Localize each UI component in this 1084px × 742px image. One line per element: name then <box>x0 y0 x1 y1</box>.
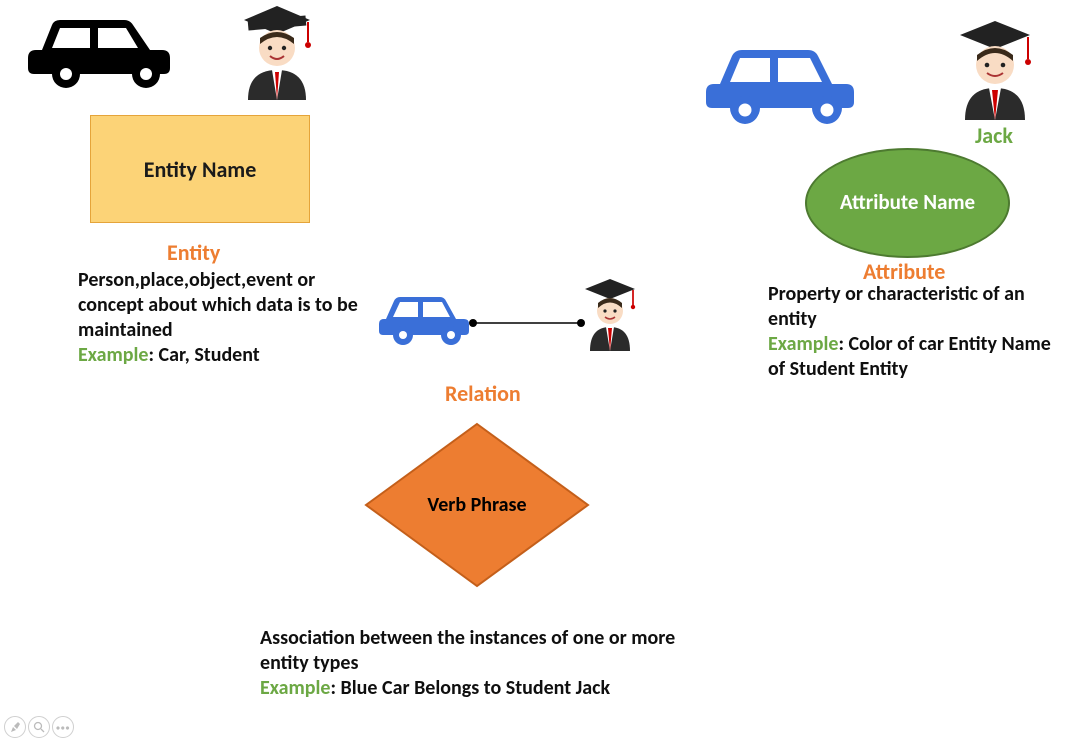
entity-example-text: : Car, Student <box>149 343 260 367</box>
attribute-name-ellipse: Attribute Name <box>805 148 1010 258</box>
entity-desc-text: Person,place,object,event or concept abo… <box>78 268 358 342</box>
car-icon <box>368 285 478 355</box>
student-icon <box>230 0 325 110</box>
relation-title: Relation <box>445 380 521 407</box>
attribute-title: Attribute <box>863 258 945 285</box>
attribute-desc-text: Property or characteristic of an entity <box>768 282 1025 331</box>
attribute-description: Property or characteristic of an entity … <box>768 282 1068 382</box>
diamond-label: Verb Phrase <box>427 494 526 516</box>
toolbar: ●●● <box>4 716 74 738</box>
attribute-example-label: Example <box>768 332 839 356</box>
entity-title: Entity <box>167 239 220 266</box>
relation-desc-text: Association between the instances of one… <box>260 626 675 675</box>
zoom-tool-button[interactable] <box>28 716 50 738</box>
entity-box-label: Entity Name <box>144 156 257 183</box>
relation-diamond: Verb Phrase <box>362 420 592 590</box>
relation-example-label: Example <box>260 676 331 700</box>
relation-description: Association between the instances of one… <box>260 626 720 701</box>
entity-example-label: Example <box>78 343 149 367</box>
relation-line <box>468 314 586 333</box>
entity-name-box: Entity Name <box>90 115 310 223</box>
student-icon <box>575 275 645 360</box>
relation-example-text: : Blue Car Belongs to Student Jack <box>331 676 611 700</box>
pen-tool-button[interactable] <box>4 716 26 738</box>
entity-description: Person,place,object,event or concept abo… <box>78 268 368 368</box>
jack-label: Jack <box>975 122 1013 149</box>
car-icon <box>12 0 187 100</box>
more-tool-button[interactable]: ●●● <box>52 716 74 738</box>
attribute-ellipse-label: Attribute Name <box>840 191 975 214</box>
student-icon <box>945 15 1045 130</box>
car-icon <box>690 32 870 137</box>
